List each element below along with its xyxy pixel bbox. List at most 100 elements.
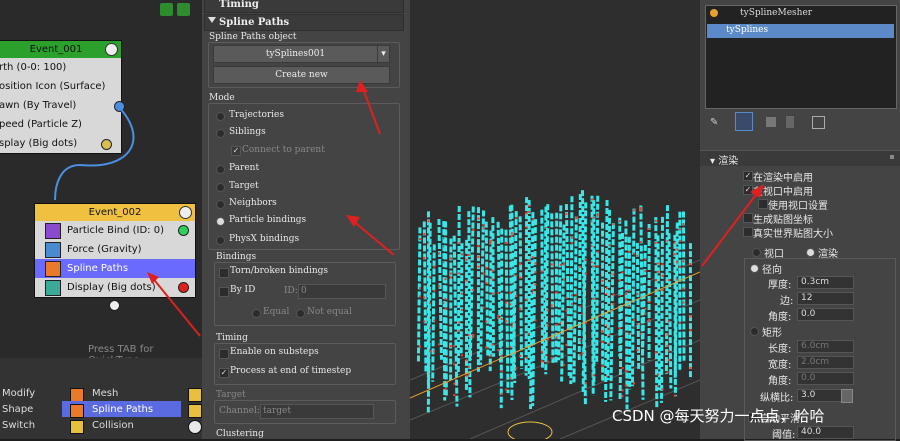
3d-viewport[interactable]: [410, 0, 700, 439]
stack-item[interactable]: tySplineMesher: [740, 8, 812, 18]
checkbox[interactable]: [219, 349, 229, 359]
output-socket[interactable]: [109, 300, 120, 311]
dropdown-arrow-icon[interactable]: ▾: [377, 45, 390, 63]
radio-button[interactable]: [216, 200, 225, 209]
checkbox[interactable]: [219, 268, 229, 278]
radio-button[interactable]: [216, 165, 225, 174]
connect-to-parent[interactable]: Connect to parent: [242, 145, 325, 155]
particle-bind-operator[interactable]: Particle Bind (ID: 0): [35, 221, 195, 240]
spline-strand: [469, 211, 470, 397]
mode-physx-bindings[interactable]: PhysX bindings: [229, 234, 299, 244]
angle-spinner[interactable]: 0.0: [797, 308, 854, 321]
remove-modifier-icon[interactable]: [786, 116, 794, 128]
aspect-spinner[interactable]: 3.0: [797, 389, 842, 402]
particle-dot: [438, 343, 440, 345]
particle-dot: [602, 341, 604, 343]
radio-button-selected[interactable]: [806, 248, 815, 257]
radio-button[interactable]: [216, 183, 225, 192]
by-id-checkbox[interactable]: By ID: [230, 285, 255, 295]
thickness-spinner[interactable]: 0.3cm: [797, 276, 854, 289]
spline-strand: [574, 216, 576, 384]
particle-dot: [633, 382, 635, 384]
radio-button[interactable]: [296, 309, 305, 318]
pin-icon[interactable]: ✎: [710, 117, 718, 128]
threshold-spinner[interactable]: 40.0: [797, 426, 854, 439]
command-panel: tySplineMesher tySplines ✎ ▾ 渲染 ✓ 在渲染中启用…: [700, 0, 900, 439]
lightbulb-icon[interactable]: [179, 206, 192, 219]
sides-spinner[interactable]: 12: [797, 292, 854, 305]
process-end-checkbox[interactable]: Process at end of timestep: [230, 366, 351, 376]
particle-dot: [666, 345, 668, 347]
rectangular-radio[interactable]: 矩形: [762, 324, 782, 339]
use-viewport-settings-checkbox[interactable]: 使用视口设置: [768, 197, 828, 212]
checkbox[interactable]: ✓: [219, 368, 229, 378]
radio-button[interactable]: [750, 327, 759, 336]
torn-bindings-checkbox[interactable]: Torn/broken bindings: [230, 266, 328, 276]
depot-icon[interactable]: [188, 404, 202, 418]
depot-item[interactable]: Shape: [2, 402, 33, 418]
width-spinner[interactable]: 2.0cm: [797, 356, 854, 369]
particle-dot: [419, 346, 421, 348]
checkbox[interactable]: [219, 287, 229, 297]
particle-dot: [628, 251, 630, 253]
depot-item[interactable]: Modify: [2, 386, 35, 402]
radio-button[interactable]: [252, 309, 261, 318]
particle-dot: [682, 260, 684, 262]
lock-icon[interactable]: [841, 389, 853, 403]
particle-dot: [515, 274, 517, 276]
length-spinner[interactable]: 6.0cm: [797, 340, 854, 353]
particle-dot: [661, 275, 663, 277]
equal-radio[interactable]: Equal: [263, 307, 289, 317]
particle-dot: [429, 327, 431, 329]
particle-dot: [556, 324, 558, 326]
spline-object-picker[interactable]: tySplines001: [213, 45, 378, 63]
spline-strand: [546, 204, 548, 374]
angle2-spinner[interactable]: 0.0: [797, 372, 854, 385]
particle-dot: [511, 322, 513, 324]
particle-dot: [528, 205, 530, 207]
clock-icon[interactable]: [188, 420, 202, 434]
not-equal-radio[interactable]: Not equal: [307, 307, 352, 317]
spline-strand: [579, 194, 580, 360]
particle-dot: [644, 313, 646, 315]
particle-dot: [609, 244, 611, 246]
radio-button[interactable]: [216, 112, 225, 121]
particle-dot: [433, 266, 435, 268]
checkbox[interactable]: ✓: [231, 146, 241, 156]
id-field[interactable]: 0: [298, 284, 386, 299]
enable-substeps-checkbox[interactable]: Enable on substeps: [230, 347, 319, 357]
channel-field[interactable]: target: [260, 404, 374, 419]
mode-parent[interactable]: Parent: [229, 163, 259, 173]
spline-paths-rollout-header[interactable]: Spline Paths: [204, 14, 404, 31]
particle-dot: [511, 232, 513, 234]
particle-dot: [526, 212, 528, 214]
mode-trajectories[interactable]: Trajectories: [229, 110, 284, 120]
radio-button[interactable]: [216, 129, 225, 138]
particle-view-graph[interactable]: Event_001 rth (0-0: 100) osition Icon (S…: [0, 0, 202, 358]
particle-dot: [497, 292, 499, 294]
radio-button-selected[interactable]: [216, 217, 225, 226]
spline-strand: [608, 210, 610, 380]
force-operator[interactable]: Force (Gravity): [35, 240, 195, 259]
depot-item[interactable]: Collision: [92, 418, 134, 434]
mode-neighbors[interactable]: Neighbors: [229, 198, 277, 208]
particle-dot: [477, 218, 479, 220]
configure-icon[interactable]: [812, 116, 825, 129]
particle-dot: [563, 279, 565, 281]
timing-rollout-header[interactable]: Timing: [204, 0, 404, 13]
particle-dot: [429, 350, 431, 352]
mode-target[interactable]: Target: [229, 181, 259, 191]
depot-icon[interactable]: [188, 388, 202, 402]
particle-dot: [575, 293, 577, 295]
depot-item[interactable]: Mesh: [92, 386, 118, 402]
stack-item[interactable]: tySplines: [726, 25, 768, 35]
modifier-stack[interactable]: tySplineMesher tySplines: [705, 5, 897, 109]
radio-button[interactable]: [216, 236, 225, 245]
make-unique-icon[interactable]: [766, 117, 776, 127]
depot-item[interactable]: Switch: [2, 418, 35, 434]
show-end-result-icon[interactable]: [735, 112, 753, 131]
mode-siblings[interactable]: Siblings: [229, 127, 266, 137]
particle-dot: [501, 393, 503, 395]
depot-item[interactable]: Spline Paths: [92, 402, 153, 418]
mode-particle-bindings[interactable]: Particle bindings: [229, 215, 306, 225]
